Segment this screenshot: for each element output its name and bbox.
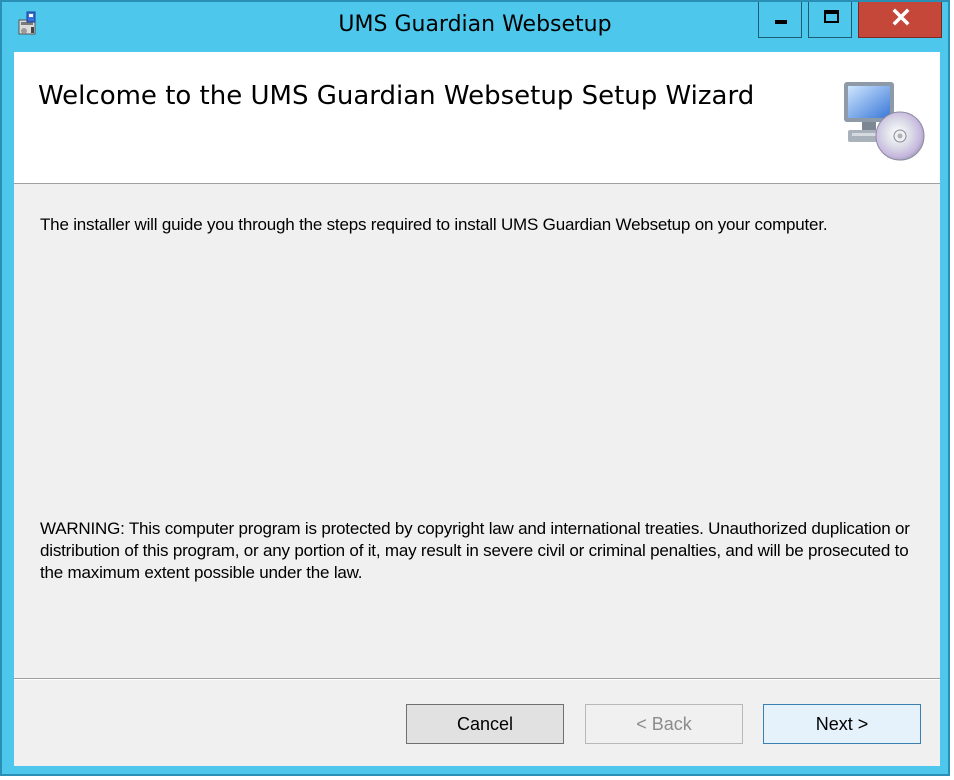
back-button[interactable]: < Back <box>585 704 743 744</box>
close-button[interactable] <box>858 2 942 38</box>
window-title: UMS Guardian Websetup <box>338 12 612 37</box>
footer-divider <box>14 678 940 680</box>
cancel-button[interactable]: Cancel <box>406 704 564 744</box>
minimize-icon <box>775 20 787 24</box>
wizard-header: Welcome to the UMS Guardian Websetup Set… <box>14 52 940 184</box>
title-bar[interactable]: UMS Guardian Websetup <box>2 2 948 52</box>
maximize-button[interactable] <box>808 2 852 38</box>
next-button[interactable]: Next > <box>763 704 921 744</box>
minimize-button[interactable] <box>758 2 802 38</box>
computer-disc-icon <box>840 80 932 162</box>
wizard-heading: Welcome to the UMS Guardian Websetup Set… <box>38 81 755 111</box>
copyright-warning: WARNING: This computer program is protec… <box>40 519 910 582</box>
close-icon <box>892 8 910 26</box>
installer-window: UMS Guardian Websetup Welcome to the UMS… <box>0 0 950 776</box>
wizard-client-area: Welcome to the UMS Guardian Websetup Set… <box>14 52 940 766</box>
intro-text: The installer will guide you through the… <box>40 215 828 234</box>
maximize-icon <box>824 10 839 23</box>
